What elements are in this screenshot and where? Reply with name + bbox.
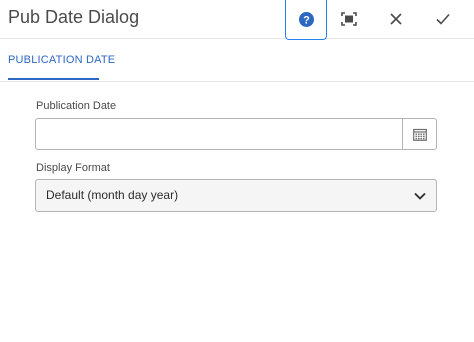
close-icon — [390, 13, 402, 25]
done-button[interactable] — [423, 0, 463, 38]
fullscreen-button[interactable] — [329, 0, 369, 38]
display-format-select[interactable]: Default (month day year) — [35, 179, 437, 212]
dialog-header: Pub Date Dialog ? — [0, 0, 474, 40]
close-button[interactable] — [376, 0, 416, 38]
active-tab-indicator — [8, 78, 99, 80]
publication-date-label: Publication Date — [36, 100, 117, 112]
display-format-value: Default (month day year) — [46, 188, 179, 202]
svg-text:?: ? — [303, 15, 310, 27]
publication-date-field — [35, 118, 437, 150]
calendar-icon — [412, 128, 427, 141]
help-icon: ? — [298, 12, 314, 27]
calendar-button[interactable] — [402, 119, 436, 149]
publication-date-input[interactable] — [36, 119, 402, 149]
tab-publication-date[interactable]: PUBLICATION DATE — [8, 39, 115, 81]
display-format-label: Display Format — [36, 162, 110, 174]
chevron-down-icon — [413, 189, 427, 203]
tab-bar: PUBLICATION DATE — [0, 39, 474, 82]
dialog-title: Pub Date Dialog — [8, 7, 140, 27]
fullscreen-icon — [341, 12, 357, 26]
checkmark-icon — [436, 13, 450, 25]
help-button[interactable]: ? — [285, 0, 327, 40]
